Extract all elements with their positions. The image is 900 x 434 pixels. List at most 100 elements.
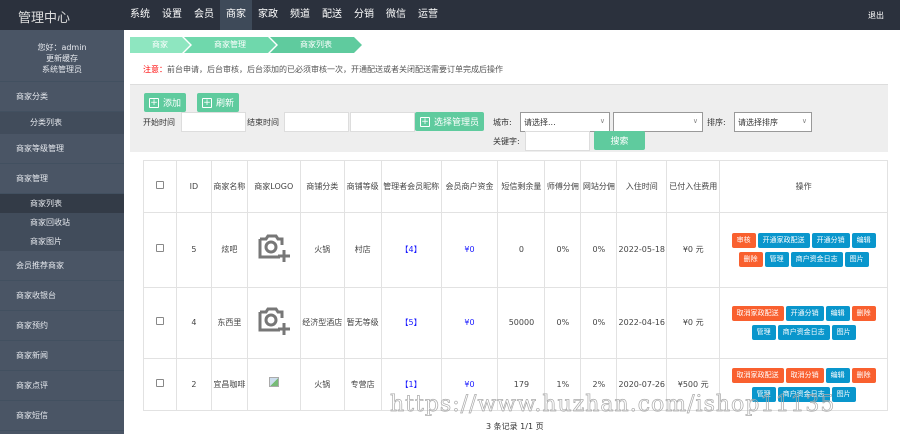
sidebar-item[interactable]: 商家预约 bbox=[0, 311, 124, 341]
op-button[interactable]: 图片 bbox=[831, 325, 856, 340]
refresh-cache-link[interactable]: 更新缓存 bbox=[0, 53, 124, 64]
op-button[interactable]: 管理 bbox=[751, 325, 776, 340]
top-bar: 管理中心 系统 设置 会员 商家 家政 频道 配送 分销 微信 运营 退出 bbox=[0, 0, 900, 30]
checkbox[interactable] bbox=[155, 317, 164, 325]
cell-logo bbox=[246, 287, 301, 359]
nav-item[interactable]: 分销 bbox=[348, 0, 380, 30]
nav-item[interactable]: 配送 bbox=[316, 0, 348, 30]
row-select[interactable] bbox=[143, 287, 177, 359]
plus-icon: + bbox=[420, 116, 430, 127]
cell-site: 0% bbox=[580, 287, 618, 359]
op-button[interactable]: 审核 bbox=[731, 233, 756, 248]
breadcrumb-item[interactable]: 商家管理 bbox=[184, 37, 276, 53]
column-header: 会员商户资金 bbox=[440, 160, 499, 213]
pagination-info: 3 条记录 1/1 页 bbox=[486, 422, 544, 431]
choose-admin-label: 选择管理员 bbox=[434, 118, 480, 128]
op-button[interactable]: 开通分销 bbox=[811, 233, 850, 248]
sidebar-submenu: 分类列表 bbox=[0, 112, 124, 134]
checkbox[interactable] bbox=[155, 378, 164, 387]
op-button[interactable]: 商户资金日志 bbox=[790, 252, 843, 267]
user-info: 您好：admin 更新缓存 系统管理员 bbox=[0, 30, 124, 82]
nav-item[interactable]: 商家 bbox=[220, 0, 252, 30]
column-header: 商家名称 bbox=[210, 160, 248, 213]
select-all[interactable] bbox=[143, 160, 177, 213]
op-button[interactable]: 商户资金日志 bbox=[777, 325, 830, 340]
sidebar-subitem[interactable]: 商家图片 bbox=[0, 232, 124, 251]
nav-item[interactable]: 会员 bbox=[188, 0, 220, 30]
add-button[interactable]: + 添加 bbox=[144, 93, 187, 112]
column-header: 商家LOGO bbox=[246, 160, 301, 213]
choose-admin-button[interactable]: + 选择管理员 bbox=[415, 112, 485, 131]
sort-select[interactable]: 请选择排序 ∨ bbox=[734, 112, 812, 132]
cell-date: 2022-05-18 bbox=[616, 212, 668, 288]
row-select[interactable] bbox=[143, 212, 177, 288]
sidebar-item[interactable]: 商家短信 bbox=[0, 401, 124, 431]
end-time-input-2[interactable] bbox=[350, 112, 415, 132]
row-select[interactable] bbox=[143, 358, 177, 411]
cell-logo bbox=[246, 212, 301, 288]
op-button[interactable]: 图片 bbox=[844, 252, 869, 267]
cell-sms: 50000 bbox=[497, 287, 546, 359]
end-time-input[interactable] bbox=[284, 112, 349, 132]
logout-link[interactable]: 退出 bbox=[868, 10, 884, 21]
op-button[interactable]: 编辑 bbox=[851, 233, 876, 248]
sidebar-item[interactable]: 商家管理 bbox=[0, 164, 124, 194]
cell-funds[interactable]: ¥0 bbox=[440, 287, 499, 359]
sidebar-item[interactable]: 商家新闻 bbox=[0, 341, 124, 371]
op-button[interactable]: 取消分销 bbox=[785, 367, 824, 383]
op-button[interactable]: 开通家政配送 bbox=[757, 233, 810, 248]
nav-item[interactable]: 设置 bbox=[156, 0, 188, 30]
breadcrumb-item[interactable]: 商家 bbox=[130, 37, 190, 53]
nav-item[interactable]: 运营 bbox=[412, 0, 444, 30]
sidebar-item[interactable]: 商家分类 bbox=[0, 82, 124, 112]
sidebar-item[interactable]: 商家等级管理 bbox=[0, 134, 124, 164]
checkbox[interactable] bbox=[155, 244, 164, 252]
nav-item[interactable]: 家政 bbox=[252, 0, 284, 30]
column-header: 入住时间 bbox=[616, 160, 668, 213]
notice-label: 注意： bbox=[143, 65, 167, 74]
op-button[interactable]: 编辑 bbox=[825, 367, 850, 383]
column-header: 网站分佣 bbox=[580, 160, 618, 213]
checkbox[interactable] bbox=[155, 180, 164, 189]
sidebar-subitem[interactable]: 商家回收站 bbox=[0, 213, 124, 232]
chevron-down-icon: ∨ bbox=[801, 117, 807, 125]
sidebar-item[interactable]: 商家收银台 bbox=[0, 281, 124, 311]
filter-panel: + 添加 + 刷新 开始时间 结束时间 + 选择管理员 城市: 请选择... ∨ ∨ 排… bbox=[130, 84, 888, 152]
op-button[interactable]: 开通分销 bbox=[785, 306, 824, 321]
column-header: 商铺分类 bbox=[299, 160, 345, 213]
op-button[interactable]: 编辑 bbox=[825, 306, 850, 321]
sidebar-subitem[interactable]: 分类列表 bbox=[0, 112, 124, 134]
op-button[interactable]: 取消家政配送 bbox=[731, 306, 784, 321]
cell-fee: ¥0 元 bbox=[666, 212, 721, 288]
sidebar-subitem[interactable]: 商家列表 bbox=[0, 194, 124, 213]
op-button[interactable]: 删除 bbox=[851, 367, 876, 383]
plus-icon: + bbox=[202, 97, 212, 108]
op-button[interactable]: 删除 bbox=[738, 252, 763, 267]
op-button[interactable]: 取消家政配送 bbox=[731, 367, 784, 383]
nav-item[interactable]: 系统 bbox=[124, 0, 156, 30]
nav-item[interactable]: 微信 bbox=[380, 0, 412, 30]
watermark: https://www.huzhan.com/ishop11135 bbox=[390, 392, 836, 418]
cell-admin[interactable]: 【5】 bbox=[380, 287, 442, 359]
cell-funds[interactable]: ¥0 bbox=[440, 212, 499, 288]
sort-label: 排序: bbox=[707, 118, 726, 127]
breadcrumb: 商家 商家管理 商家列表 bbox=[130, 37, 356, 53]
table-row: 5 炫吧 火锅 村店 【4】 ¥0 0 0% 0% 2022-05-18 ¥0 元审核 开通家政配送开… bbox=[143, 212, 888, 288]
breadcrumb-item[interactable]: 商家列表 bbox=[270, 37, 362, 53]
sidebar-item[interactable]: 会员推荐商家 bbox=[0, 251, 124, 281]
nav-item[interactable]: 频道 bbox=[284, 0, 316, 30]
district-select[interactable]: ∨ bbox=[613, 112, 703, 132]
cell-fee: ¥0 元 bbox=[666, 287, 721, 359]
sidebar-item[interactable]: 商家点评 bbox=[0, 371, 124, 401]
refresh-button[interactable]: + 刷新 bbox=[197, 93, 240, 112]
cell-date: 2022-04-16 bbox=[616, 287, 668, 359]
cell-admin[interactable]: 【4】 bbox=[380, 212, 442, 288]
start-time-input[interactable] bbox=[181, 112, 246, 132]
column-header: 商铺等级 bbox=[343, 160, 382, 213]
op-button[interactable]: 删除 bbox=[851, 306, 876, 321]
keyword-input[interactable] bbox=[525, 131, 590, 151]
search-button[interactable]: 搜索 bbox=[594, 131, 645, 150]
merchant-table: ID 商家名称 商家LOGO 商铺分类 商铺等级 管理者会员昵称 会员商户资金 短信剩余量 师傅… bbox=[143, 160, 888, 411]
op-button[interactable]: 管理 bbox=[764, 252, 789, 267]
city-select[interactable]: 请选择... ∨ bbox=[520, 112, 610, 132]
